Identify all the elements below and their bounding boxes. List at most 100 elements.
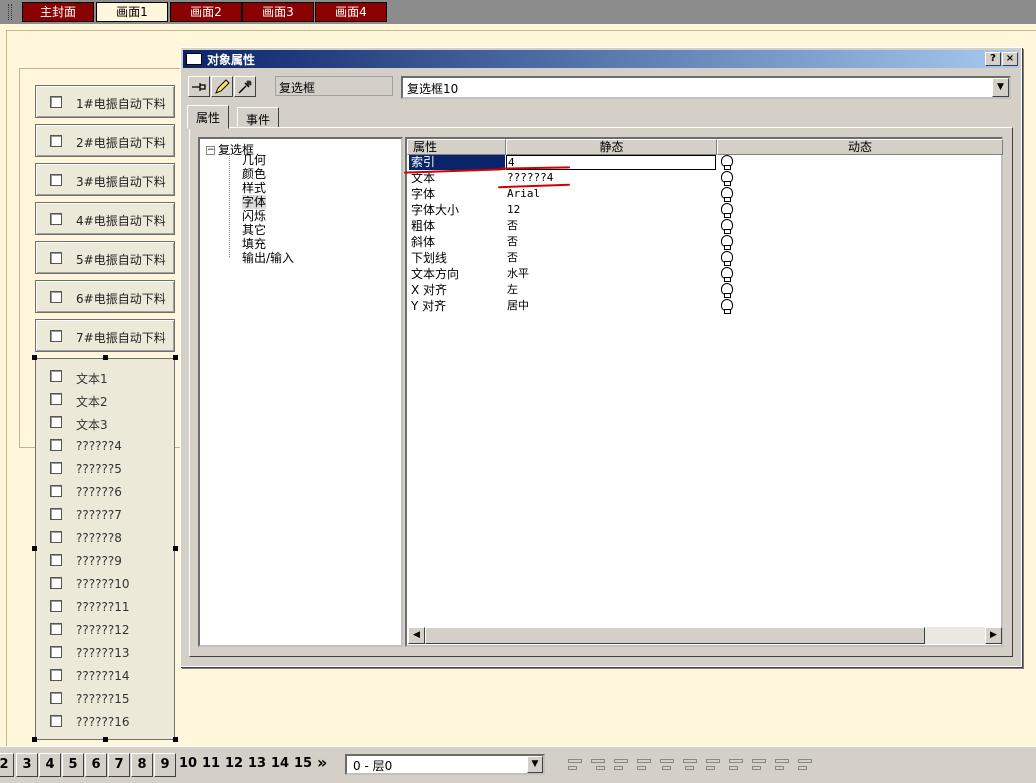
checkbox[interactable]: [50, 554, 62, 566]
selection-handle[interactable]: [32, 355, 37, 360]
layer-button-11[interactable]: 11: [202, 756, 220, 771]
close-button[interactable]: ×: [1002, 52, 1018, 66]
list-item[interactable]: 文本3: [36, 413, 174, 433]
list-item[interactable]: ??????14: [36, 666, 174, 686]
feeder-button-3[interactable]: 3#电振自动下料: [35, 163, 175, 196]
help-button[interactable]: ?: [985, 52, 1001, 66]
list-item[interactable]: ??????11: [36, 597, 174, 617]
layer-button-5[interactable]: 5: [62, 753, 84, 777]
align-center-v-icon[interactable]: [681, 757, 699, 773]
property-static-value[interactable]: Arial: [506, 187, 716, 202]
screen-tab-3[interactable]: 画面3: [242, 2, 314, 22]
list-item[interactable]: ??????15: [36, 689, 174, 709]
checkbox[interactable]: [50, 646, 62, 658]
object-select[interactable]: 复选框10 ▼: [401, 76, 1011, 99]
checkbox-list-object[interactable]: 文本1 文本2 文本3 ??????4 ??????5 ??????6 ????…: [35, 358, 175, 740]
selection-handle[interactable]: [103, 355, 108, 360]
property-static-value[interactable]: ??????4: [506, 171, 716, 186]
selection-handle[interactable]: [103, 737, 108, 742]
property-grid[interactable]: 属性 静态 动态 索引 4 文本 ??????4 字体 Arial 字体大小 1…: [403, 137, 1003, 647]
align-right-icon[interactable]: [589, 757, 607, 773]
dynamic-link-button[interactable]: [719, 170, 735, 186]
property-category-tree[interactable]: − 复选框 几何 颜色 样式 字体 闪烁 其它 填充 输出/输入: [198, 137, 403, 647]
list-item[interactable]: ??????4: [36, 436, 174, 456]
list-item[interactable]: ??????5: [36, 459, 174, 479]
distribute-v-icon[interactable]: [727, 757, 745, 773]
checkbox[interactable]: [50, 462, 62, 474]
checkbox[interactable]: [50, 508, 62, 520]
layer-button-10[interactable]: 10: [179, 756, 197, 771]
checkbox[interactable]: [50, 439, 62, 451]
list-item[interactable]: ??????8: [36, 528, 174, 548]
dynamic-link-button[interactable]: [719, 218, 735, 234]
dynamic-link-button[interactable]: [719, 234, 735, 250]
list-item[interactable]: ??????16: [36, 712, 174, 732]
align-left-icon[interactable]: [566, 757, 584, 773]
collapse-icon[interactable]: −: [206, 146, 215, 155]
checkbox[interactable]: [50, 330, 62, 342]
chevron-down-icon[interactable]: ▼: [527, 756, 543, 773]
layer-button-12[interactable]: 12: [225, 756, 243, 771]
layer-button-8[interactable]: 8: [131, 753, 153, 777]
dynamic-link-button[interactable]: [719, 202, 735, 218]
property-static-value[interactable]: 居中: [506, 299, 716, 314]
dynamic-link-button[interactable]: [719, 154, 735, 170]
horizontal-scrollbar[interactable]: ◀ ▶: [408, 627, 1002, 644]
align-center-h-icon[interactable]: [658, 757, 676, 773]
layer-select[interactable]: 0 - 层0 ▼: [345, 754, 545, 775]
property-row-bold[interactable]: 粗体 否: [407, 218, 1001, 234]
tree-item-blink[interactable]: 闪烁: [242, 209, 266, 223]
checkbox[interactable]: [50, 485, 62, 497]
property-static-value[interactable]: 左: [506, 283, 716, 298]
checkbox[interactable]: [50, 370, 62, 382]
screen-tab-cover[interactable]: 主封面: [22, 2, 94, 22]
property-static-value[interactable]: 水平: [506, 267, 716, 282]
property-row-font-size[interactable]: 字体大小 12: [407, 202, 1001, 218]
list-item[interactable]: ??????13: [36, 643, 174, 663]
selection-handle[interactable]: [173, 355, 178, 360]
toolbar-grip[interactable]: [8, 4, 12, 20]
property-row-underline[interactable]: 下划线 否: [407, 250, 1001, 266]
checkbox[interactable]: [50, 715, 62, 727]
selection-handle[interactable]: [32, 546, 37, 551]
column-header-dynamic[interactable]: 动态: [717, 139, 1003, 155]
column-header-static[interactable]: 静态: [506, 139, 717, 155]
pin-button[interactable]: [188, 76, 210, 97]
checkbox[interactable]: [50, 393, 62, 405]
scrollbar-thumb[interactable]: [425, 627, 925, 644]
tree-item-style[interactable]: 样式: [242, 181, 266, 195]
tree-item-other[interactable]: 其它: [242, 223, 266, 237]
checkbox[interactable]: [50, 291, 62, 303]
list-item[interactable]: ??????9: [36, 551, 174, 571]
align-top-icon[interactable]: [612, 757, 630, 773]
property-row-text-direction[interactable]: 文本方向 水平: [407, 266, 1001, 282]
list-item[interactable]: ??????12: [36, 620, 174, 640]
property-static-value[interactable]: 否: [506, 235, 716, 250]
checkbox[interactable]: [50, 531, 62, 543]
checkbox[interactable]: [50, 174, 62, 186]
dropper-button[interactable]: [234, 76, 256, 97]
checkbox[interactable]: [50, 135, 62, 147]
layer-button-9[interactable]: 9: [154, 753, 176, 777]
feeder-button-7[interactable]: 7#电振自动下料: [35, 319, 175, 352]
dynamic-link-button[interactable]: [719, 266, 735, 282]
property-row-font[interactable]: 字体 Arial: [407, 186, 1001, 202]
property-static-value[interactable]: 否: [506, 251, 716, 266]
dynamic-link-button[interactable]: [719, 298, 735, 314]
layer-button-3[interactable]: 3: [16, 753, 38, 777]
checkbox[interactable]: [50, 692, 62, 704]
same-size-icon[interactable]: [796, 757, 814, 773]
feeder-button-5[interactable]: 5#电振自动下料: [35, 241, 175, 274]
checkbox[interactable]: [50, 669, 62, 681]
list-item[interactable]: 文本2: [36, 390, 174, 410]
tree-item-geometry[interactable]: 几何: [242, 153, 266, 167]
chevron-down-icon[interactable]: ▼: [992, 78, 1009, 97]
tree-item-io[interactable]: 输出/输入: [242, 251, 294, 265]
checkbox[interactable]: [50, 577, 62, 589]
layer-button-7[interactable]: 7: [108, 753, 130, 777]
layer-button-2[interactable]: 2: [0, 753, 14, 777]
checkbox[interactable]: [50, 96, 62, 108]
dynamic-link-button[interactable]: [719, 186, 735, 202]
list-item[interactable]: ??????7: [36, 505, 174, 525]
property-row-y-align[interactable]: Y 对齐 居中: [407, 298, 1001, 314]
